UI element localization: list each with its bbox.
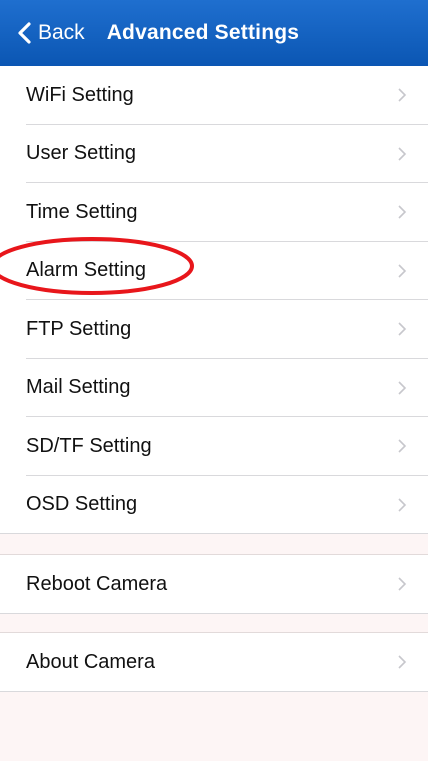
chevron-right-icon [398,264,407,278]
list-item-osd-setting[interactable]: OSD Setting [0,476,428,535]
list-item-label: Time Setting [26,200,138,223]
list-item-mail-setting[interactable]: Mail Setting [0,359,428,418]
chevron-right-icon [398,498,407,512]
list-item-label: Reboot Camera [26,572,168,595]
chevron-right-icon [398,381,407,395]
chevron-right-icon [398,322,407,336]
settings-list-reboot: Reboot Camera [0,555,428,614]
chevron-right-icon [398,655,407,669]
list-item-wifi-setting[interactable]: WiFi Setting [0,66,428,125]
chevron-right-icon [398,205,407,219]
list-item-label: Mail Setting [26,376,131,399]
chevron-left-icon [18,22,31,44]
list-item-label: OSD Setting [26,493,138,516]
list-item-user-setting[interactable]: User Setting [0,125,428,184]
list-item-time-setting[interactable]: Time Setting [0,183,428,242]
list-item-reboot-camera[interactable]: Reboot Camera [0,555,428,614]
settings-list: WiFi Setting User Setting Time Setting A… [0,66,428,534]
list-item-ftp-setting[interactable]: FTP Setting [0,300,428,359]
list-item-label: FTP Setting [26,317,132,340]
list-item-sdtf-setting[interactable]: SD/TF Setting [0,417,428,476]
back-button[interactable]: Back [0,0,107,66]
list-item-label: User Setting [26,142,137,165]
chevron-right-icon [398,577,407,591]
list-item-about-camera[interactable]: About Camera [0,633,428,692]
navigation-bar: Back Advanced Settings [0,0,428,66]
settings-list-about: About Camera [0,633,428,692]
chevron-right-icon [398,147,407,161]
page-title: Advanced Settings [106,21,300,44]
list-item-label: About Camera [26,650,155,673]
list-item-label: Alarm Setting [26,259,147,282]
chevron-right-icon [398,439,407,453]
back-button-label: Back [38,21,85,44]
list-item-label: WiFi Setting [26,83,134,106]
advanced-settings-screen: Back Advanced Settings WiFi Setting User… [0,0,428,761]
list-item-label: SD/TF Setting [26,434,152,457]
chevron-right-icon [398,88,407,102]
list-item-alarm-setting[interactable]: Alarm Setting [0,242,428,301]
